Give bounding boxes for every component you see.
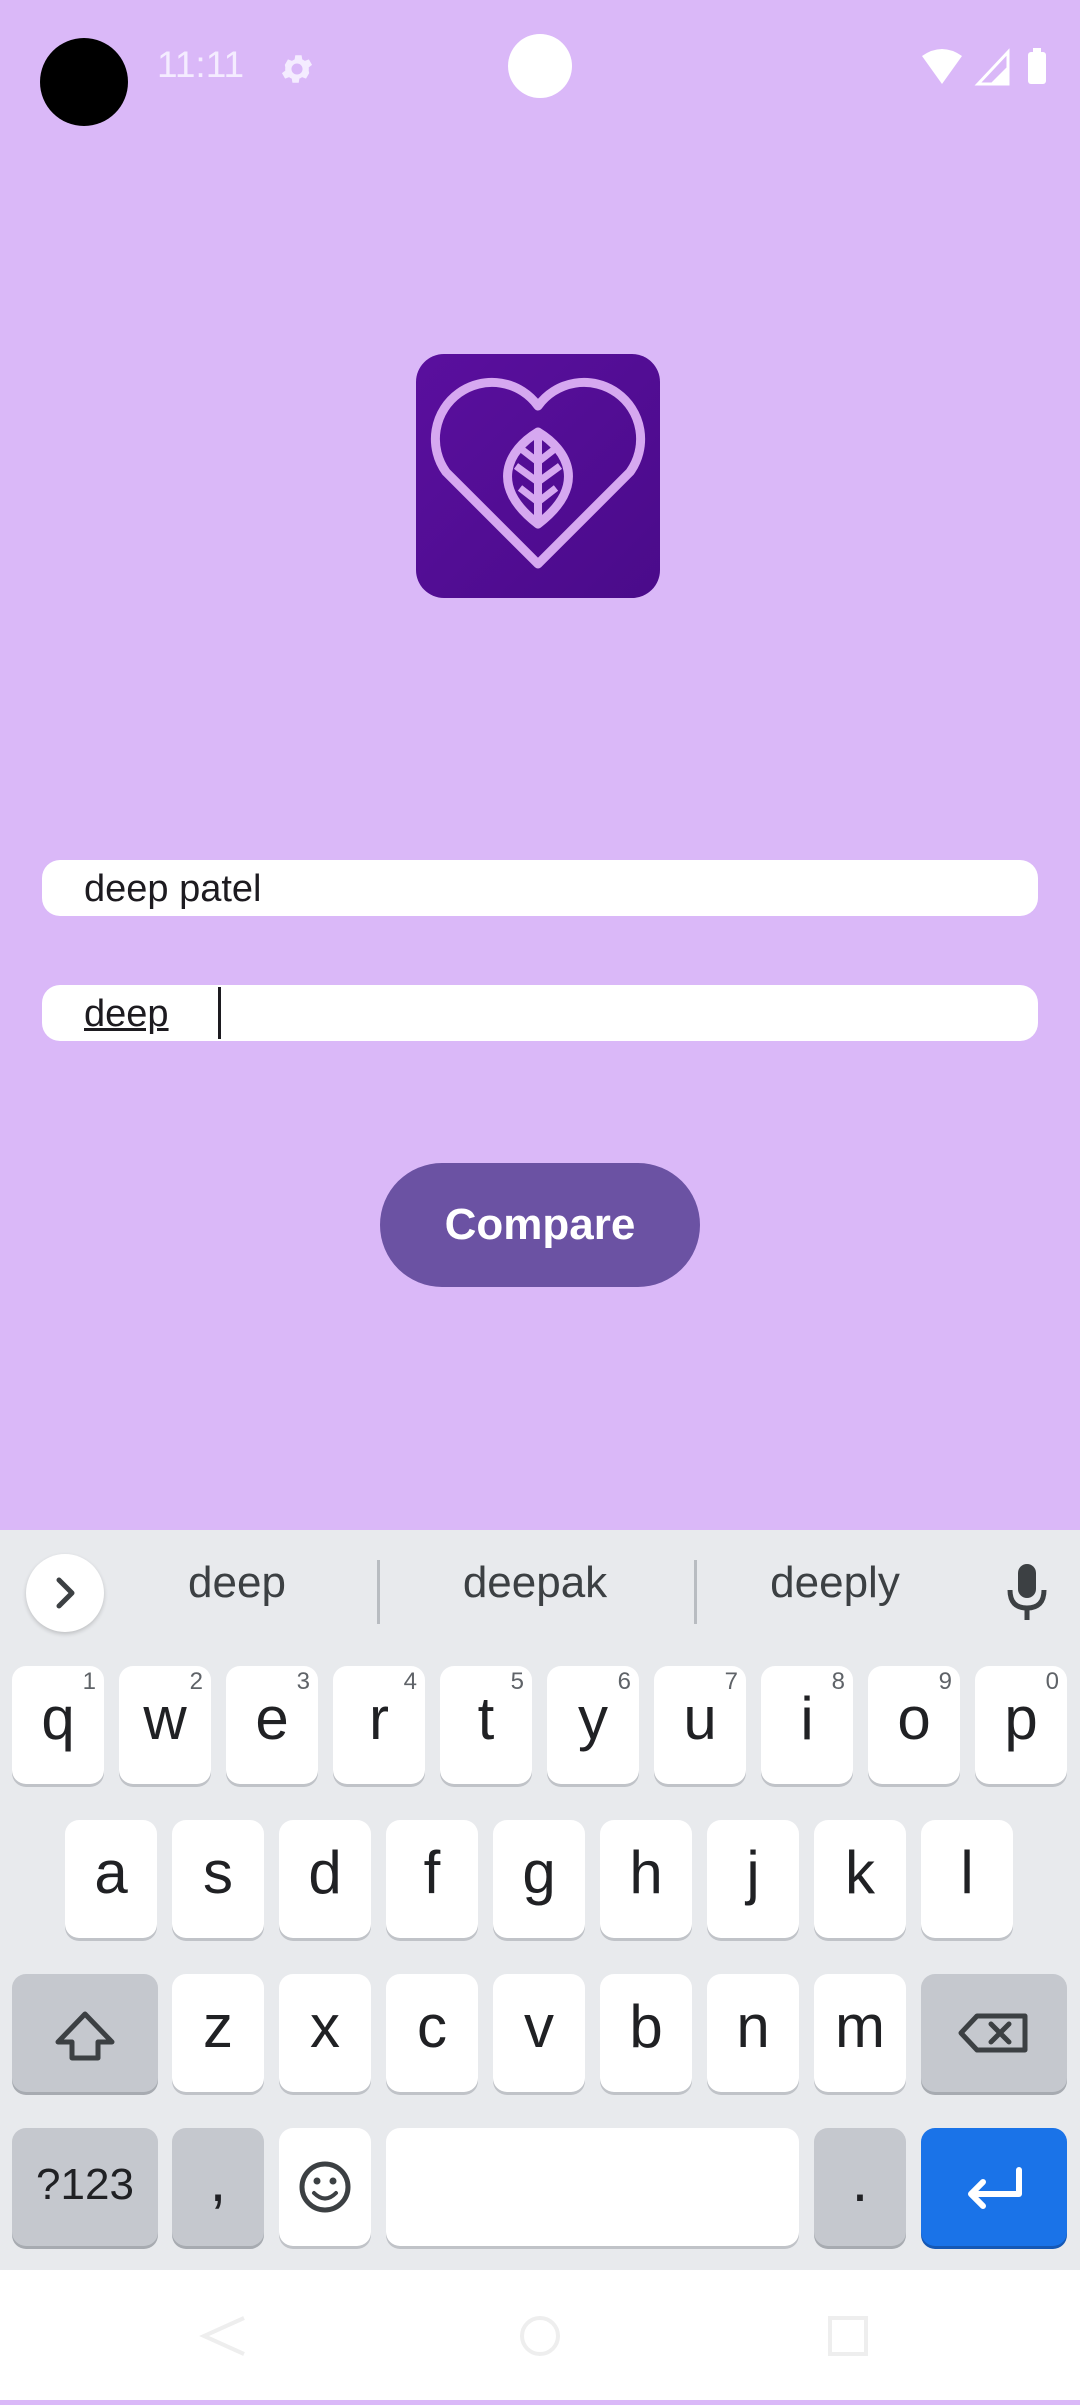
enter-key[interactable]: [921, 2128, 1067, 2246]
suggestion-1[interactable]: deep: [112, 1558, 362, 1608]
key-n[interactable]: n: [707, 1974, 799, 2092]
key-y[interactable]: y6: [547, 1666, 639, 1784]
name-input-2-value: deep: [84, 993, 169, 1035]
key-v[interactable]: v: [493, 1974, 585, 2092]
key-x[interactable]: x: [279, 1974, 371, 2092]
key-p[interactable]: p0: [975, 1666, 1067, 1784]
suggestion-strip: deep deepak deeply: [0, 1530, 1080, 1654]
navigation-bar: [0, 2270, 1080, 2400]
name-input-1[interactable]: deep patel: [42, 860, 1038, 916]
chevron-right-icon: [56, 1577, 75, 1609]
key-e[interactable]: e3: [226, 1666, 318, 1784]
expand-toolbar-button[interactable]: [26, 1554, 104, 1632]
app-logo: [416, 354, 660, 598]
backspace-key[interactable]: [921, 1974, 1067, 2092]
symbols-key[interactable]: ?123: [12, 2128, 158, 2246]
soft-keyboard: deep deepak deeply q1 w2 e3 r4 t5 y6 u7 …: [0, 1530, 1080, 2270]
wifi-icon: [922, 49, 962, 84]
key-u[interactable]: u7: [654, 1666, 746, 1784]
key-b[interactable]: b: [600, 1974, 692, 2092]
emoji-key[interactable]: [279, 2128, 371, 2246]
key-s[interactable]: s: [172, 1820, 264, 1938]
comma-key[interactable]: ,: [172, 2128, 264, 2246]
suggestion-2[interactable]: deepak: [410, 1558, 660, 1608]
key-z[interactable]: z: [172, 1974, 264, 2092]
key-j[interactable]: j: [707, 1820, 799, 1938]
name-input-1-value: deep patel: [84, 868, 262, 910]
battery-icon: [1028, 52, 1046, 84]
key-m[interactable]: m: [814, 1974, 906, 2092]
space-bar[interactable]: [386, 2128, 799, 2246]
suggestion-3[interactable]: deeply: [710, 1558, 960, 1608]
suggestion-divider: [377, 1560, 380, 1624]
settings-gear-icon: [281, 55, 313, 83]
key-a[interactable]: a: [65, 1820, 157, 1938]
compare-button[interactable]: Compare: [380, 1163, 700, 1287]
camera-cutout: [40, 38, 128, 126]
name-input-2[interactable]: deep: [42, 985, 1038, 1041]
status-icons: [922, 48, 1046, 86]
key-g[interactable]: g: [493, 1820, 585, 1938]
period-key[interactable]: .: [814, 2128, 906, 2246]
key-o[interactable]: o9: [868, 1666, 960, 1784]
key-t[interactable]: t5: [440, 1666, 532, 1784]
key-h[interactable]: h: [600, 1820, 692, 1938]
heart-leaf-icon: [430, 377, 646, 569]
app-screen: 11:11 deep patel deep Compare deep deepa…: [0, 0, 1080, 2400]
shift-key[interactable]: [12, 1974, 158, 2092]
key-i[interactable]: i8: [761, 1666, 853, 1784]
suggestion-divider: [694, 1560, 697, 1624]
nav-buttons: [199, 2316, 868, 2356]
status-time: 11:11: [157, 44, 245, 85]
text-cursor: [218, 987, 221, 1039]
key-k[interactable]: k: [814, 1820, 906, 1938]
recents-icon: [828, 2316, 868, 2356]
emoji-smile-icon: [299, 2161, 351, 2213]
key-l[interactable]: l: [921, 1820, 1013, 1938]
home-icon: [520, 2316, 560, 2356]
enter-arrow-icon: [968, 2167, 1022, 2209]
key-q[interactable]: q1: [12, 1666, 104, 1784]
key-d[interactable]: d: [279, 1820, 371, 1938]
front-camera-punch: [508, 34, 572, 98]
key-f[interactable]: f: [386, 1820, 478, 1938]
key-r[interactable]: r4: [333, 1666, 425, 1784]
key-w[interactable]: w2: [119, 1666, 211, 1784]
key-c[interactable]: c: [386, 1974, 478, 2092]
shift-arrow-icon: [55, 2011, 115, 2061]
back-icon: [199, 2316, 245, 2356]
status-bar: 11:11: [0, 0, 1080, 140]
microphone-icon[interactable]: [1002, 1560, 1052, 1624]
backspace-icon: [958, 2013, 1028, 2053]
